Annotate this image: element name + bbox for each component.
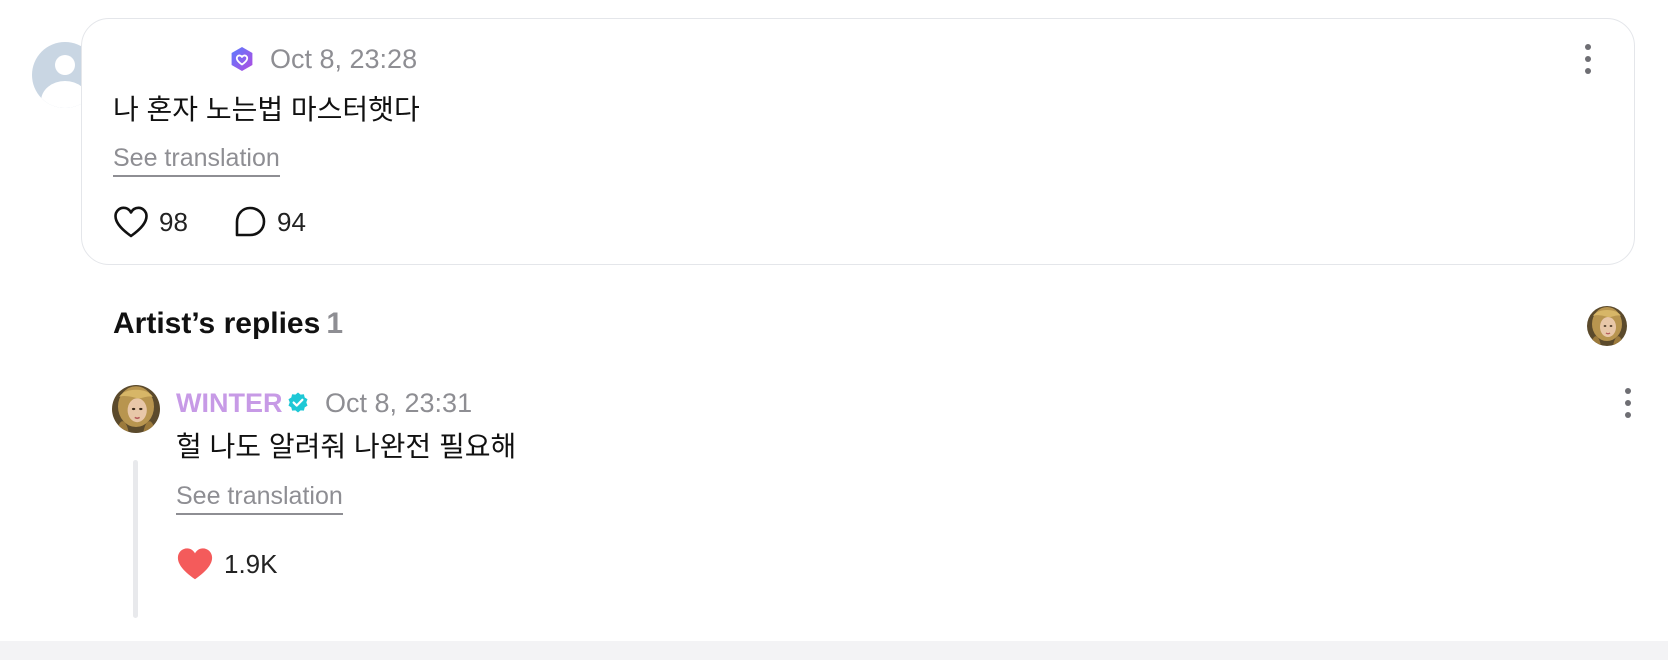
- reply-timestamp: Oct 8, 23:31: [325, 388, 473, 418]
- post-text: 나 혼자 노는법 마스터햇다: [113, 94, 420, 125]
- comment-count: 94: [277, 207, 306, 237]
- artist-portrait-icon: [112, 385, 160, 433]
- heart-filled-icon: [177, 548, 213, 580]
- reply-like-button[interactable]: 1.9K: [176, 546, 278, 582]
- artist-name[interactable]: WINTER: [176, 390, 282, 417]
- reply-text: 헐 나도 알려줘 나완전 필요해: [176, 431, 517, 462]
- reply-like-count: 1.9K: [224, 549, 278, 579]
- comment-button[interactable]: 94: [233, 205, 306, 239]
- artist-replies-heading: Artist’s replies 1: [113, 309, 343, 339]
- artist-replies-title: Artist’s replies: [113, 307, 321, 340]
- section-divider: [0, 641, 1668, 660]
- artist-avatar-small[interactable]: [1587, 306, 1627, 346]
- fan-post-card[interactable]: Oct 8, 23:28 나 혼자 노는법 마스터햇다 See translat…: [81, 18, 1635, 265]
- post-timestamp: Oct 8, 23:28: [270, 44, 418, 74]
- like-count: 98: [159, 207, 188, 237]
- like-button[interactable]: 98: [113, 205, 188, 239]
- membership-heart-badge-icon: [231, 47, 253, 71]
- winter-avatar[interactable]: [112, 385, 160, 433]
- artist-portrait-icon: [1587, 306, 1627, 346]
- verified-badge-icon: [288, 392, 308, 413]
- post-more-options-icon[interactable]: [1576, 39, 1600, 79]
- reply-thread-line: [133, 460, 138, 618]
- default-user-icon-head: [55, 55, 75, 75]
- reply-more-options-icon[interactable]: [1616, 383, 1640, 423]
- comment-thread: Oct 8, 23:28 나 혼자 노는법 마스터햇다 See translat…: [0, 0, 1668, 660]
- reply-see-translation-link[interactable]: See translation: [176, 484, 343, 515]
- comment-bubble-icon: [235, 206, 266, 237]
- heart-outline-icon: [114, 206, 148, 238]
- see-translation-link[interactable]: See translation: [113, 146, 280, 177]
- artist-replies-count: 1: [326, 307, 343, 340]
